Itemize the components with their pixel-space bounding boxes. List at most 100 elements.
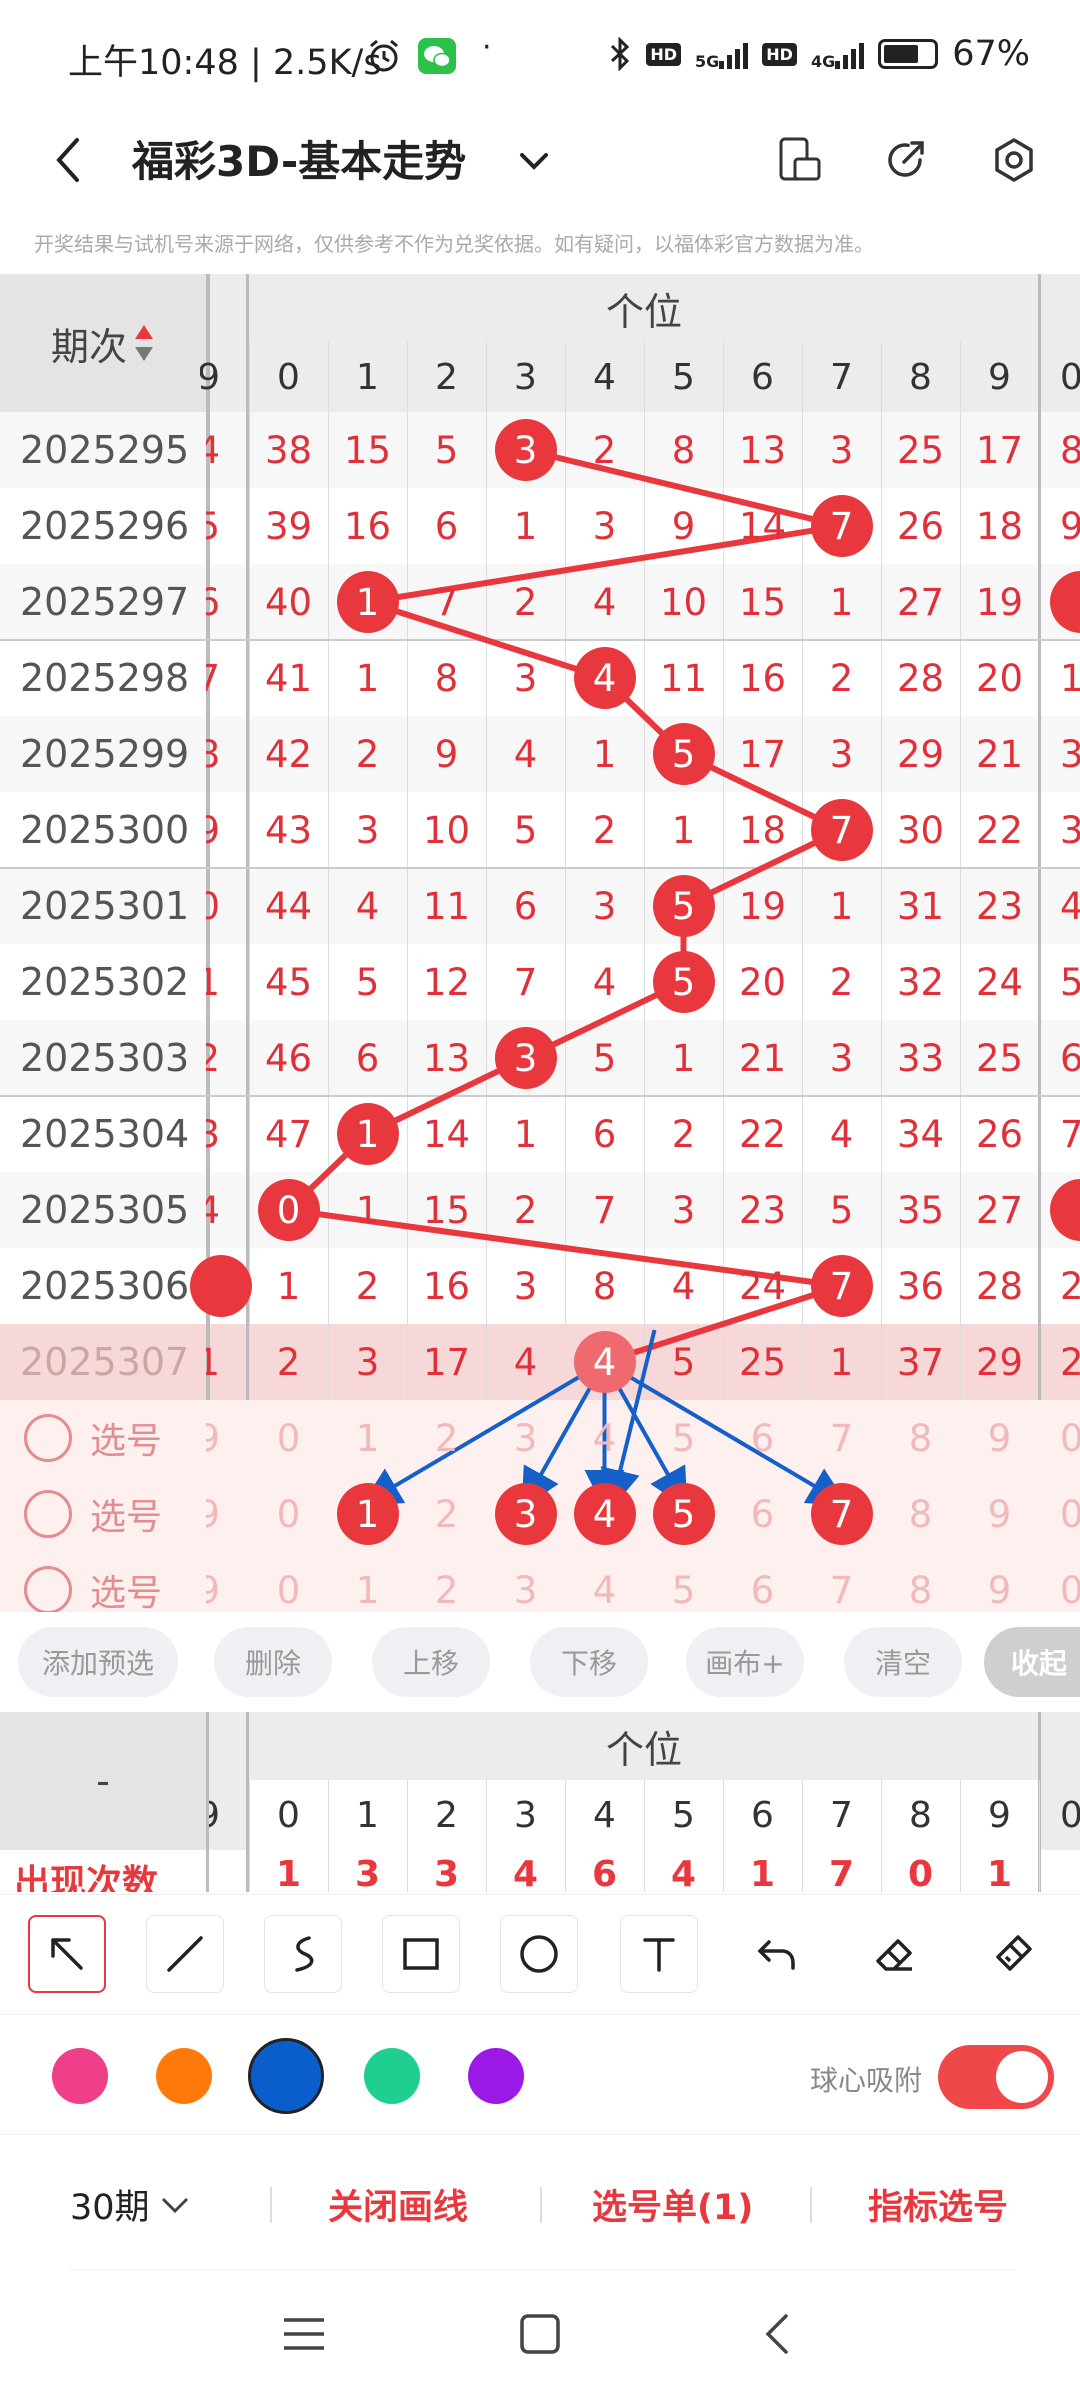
column-header: 3	[514, 356, 537, 398]
winning-ball[interactable]: 7	[810, 799, 873, 861]
move-up-button[interactable]: 上移	[372, 1627, 490, 1697]
snap-toggle[interactable]	[938, 2045, 1054, 2109]
pick-cell[interactable]: 0	[249, 1476, 328, 1552]
add-preselect-button[interactable]: 添加预选	[18, 1627, 178, 1697]
rectangle-tool[interactable]	[382, 1915, 460, 1993]
text-icon	[643, 1938, 675, 1972]
line-tool[interactable]	[146, 1915, 224, 1993]
pick-cell[interactable]: 2	[407, 1552, 486, 1612]
menu-icon[interactable]	[280, 2314, 328, 2354]
delete-button[interactable]: 删除	[214, 1627, 332, 1697]
indicator-pick-button[interactable]: 指标选号	[868, 2179, 1008, 2230]
undo-tool[interactable]	[738, 1915, 816, 1993]
winning-ball[interactable]: 1	[336, 1103, 399, 1165]
pick-cell[interactable]: 2	[407, 1400, 486, 1476]
pick-cell[interactable]: 0	[249, 1552, 328, 1612]
pick-cell[interactable]: 8	[881, 1400, 960, 1476]
move-down-button[interactable]: 下移	[530, 1627, 648, 1697]
pick-cell[interactable]: 2	[407, 1476, 486, 1552]
clear-button[interactable]: 清空	[844, 1627, 962, 1697]
pick-cell[interactable]: 0	[249, 1400, 328, 1476]
pick-cell[interactable]: 4	[565, 1552, 644, 1612]
clear-drawing-tool[interactable]	[974, 1915, 1052, 1993]
column-header-partial: 9	[200, 356, 220, 398]
stats-value: 3	[354, 1854, 381, 1892]
winning-ball[interactable]: 0	[257, 1179, 320, 1241]
pick-cell[interactable]: 8	[881, 1476, 960, 1552]
winning-ball[interactable]: 5	[652, 951, 715, 1013]
pick-cell[interactable]: 6	[723, 1552, 802, 1612]
collapse-button[interactable]: 收起	[984, 1627, 1080, 1697]
stats-column-header: 8	[881, 1780, 960, 1850]
winning-ball[interactable]: 4	[573, 647, 636, 709]
trend-chart[interactable]: 个位 期次 0 1 2 3 4 5 6 7 8 9 9 0 2025295 4 8 38 15 5 2 8 13 3 25 17 2…	[0, 274, 1080, 1612]
selected-pick-ball[interactable]: 5	[652, 1483, 715, 1545]
pick-cell[interactable]: 5	[644, 1400, 723, 1476]
circle-tool[interactable]	[500, 1915, 578, 1993]
winning-ball[interactable]: 7	[810, 1255, 873, 1317]
pick-label-text: 选号	[90, 1421, 163, 1462]
canvas-plus-button[interactable]: 画布+	[686, 1627, 804, 1697]
page-title[interactable]: 福彩3D-基本走势	[132, 128, 466, 189]
pick-cell[interactable]: 3	[486, 1400, 565, 1476]
title-dropdown-button[interactable]	[506, 136, 562, 186]
screen-rotate-button[interactable]	[770, 128, 830, 192]
selected-pick-ball[interactable]: 7	[810, 1483, 873, 1545]
pick-cell[interactable]: 9	[960, 1476, 1039, 1552]
curve-tool[interactable]	[264, 1915, 342, 1993]
color-swatch-pink[interactable]	[52, 2048, 108, 2104]
pick-cell[interactable]: 7	[802, 1400, 881, 1476]
table-cell: 22	[975, 808, 1024, 852]
pointer-tool[interactable]	[28, 1915, 106, 1993]
period-header[interactable]: 期次	[0, 274, 206, 412]
pick-cell[interactable]: 9	[960, 1552, 1039, 1612]
back-nav-icon[interactable]	[762, 2312, 792, 2356]
pick-list-button[interactable]: 选号单(1)	[592, 2179, 753, 2230]
stats-value: 7	[828, 1854, 855, 1892]
winning-ball[interactable]: 3	[494, 1027, 557, 1089]
color-swatch-orange[interactable]	[156, 2048, 212, 2104]
pick-row-label[interactable]: 选号	[24, 1552, 162, 1612]
pick-cell[interactable]: 8	[881, 1552, 960, 1612]
pick-cell[interactable]: 4	[565, 1400, 644, 1476]
pick-cell[interactable]: 6	[723, 1476, 802, 1552]
selected-pick-ball[interactable]: 4	[573, 1483, 636, 1545]
partial-cell: 5	[206, 504, 220, 548]
pick-cell[interactable]: 7	[802, 1552, 881, 1612]
period-select[interactable]: 30期	[70, 2179, 190, 2230]
undo-icon	[757, 1940, 795, 1970]
settings-button[interactable]	[982, 128, 1046, 192]
pick-row-label[interactable]: 选号	[24, 1400, 162, 1476]
partial-cell: 6	[1060, 1036, 1080, 1080]
partial-cell: 1	[206, 1340, 220, 1384]
winning-ball[interactable]: 7	[810, 495, 873, 557]
grid-line	[881, 1780, 882, 1892]
selected-pick-ball[interactable]: 3	[494, 1483, 557, 1545]
pick-cell[interactable]: 5	[644, 1552, 723, 1612]
selected-pick-ball[interactable]: 1	[336, 1483, 399, 1545]
partial-cell: 8	[206, 732, 220, 776]
eraser-tool[interactable]	[856, 1915, 934, 1993]
winning-ball[interactable]: 1	[336, 571, 399, 633]
home-icon[interactable]	[518, 2312, 562, 2356]
text-tool[interactable]	[620, 1915, 698, 1993]
pick-row-label[interactable]: 选号	[24, 1476, 162, 1552]
table-cell: 3	[829, 1036, 854, 1080]
signal-bars-icon	[835, 39, 865, 69]
winning-ball[interactable]: 5	[652, 723, 715, 785]
share-button[interactable]	[874, 128, 938, 192]
winning-ball[interactable]: 3	[494, 419, 557, 481]
winning-ball[interactable]: 4	[573, 1331, 636, 1393]
pick-cell[interactable]: 3	[486, 1552, 565, 1612]
close-lines-button[interactable]: 关闭画线	[328, 2179, 468, 2230]
back-button[interactable]	[40, 130, 96, 190]
color-swatch-blue-selected[interactable]	[248, 2038, 324, 2114]
pick-cell[interactable]: 6	[723, 1400, 802, 1476]
winning-ball[interactable]: 5	[652, 875, 715, 937]
color-swatch-green[interactable]	[364, 2048, 420, 2104]
pick-cell[interactable]: 1	[328, 1400, 407, 1476]
pick-cell[interactable]: 9	[960, 1400, 1039, 1476]
color-swatch-purple[interactable]	[468, 2048, 524, 2104]
grid-line	[486, 1780, 487, 1892]
pick-cell[interactable]: 1	[328, 1552, 407, 1612]
